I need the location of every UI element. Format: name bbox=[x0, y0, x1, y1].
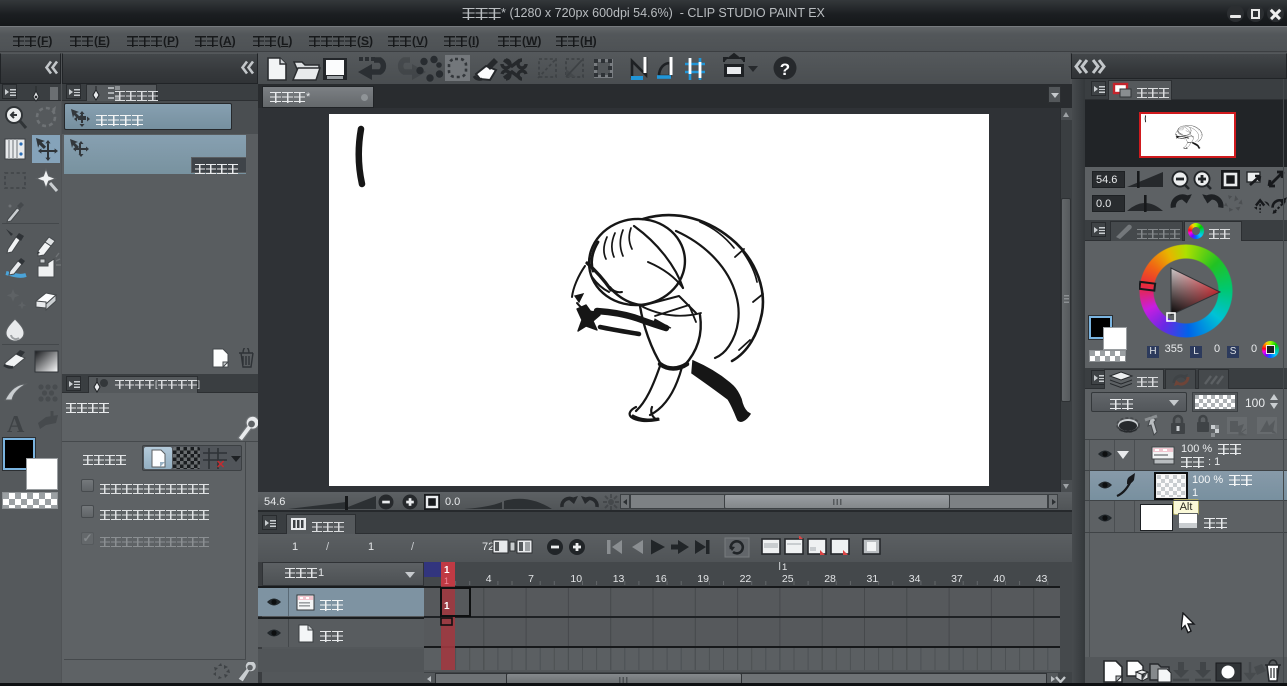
svg-text:✕: ✕ bbox=[216, 459, 225, 469]
svg-text:34: 34 bbox=[909, 573, 921, 585]
svg-text:1: 1 bbox=[444, 576, 449, 586]
svg-text:37: 37 bbox=[951, 573, 963, 585]
svg-text:1: 1 bbox=[782, 562, 787, 573]
svg-text:1: 1 bbox=[444, 565, 450, 576]
svg-text:A: A bbox=[7, 412, 25, 438]
svg-text:40: 40 bbox=[993, 573, 1005, 585]
svg-text:25: 25 bbox=[782, 573, 794, 585]
svg-text:4: 4 bbox=[486, 573, 492, 585]
svg-text:43: 43 bbox=[1036, 573, 1048, 585]
svg-text:22: 22 bbox=[740, 573, 752, 585]
svg-text:10: 10 bbox=[570, 573, 582, 585]
svg-text:?: ? bbox=[780, 60, 790, 79]
svg-text:16: 16 bbox=[655, 573, 667, 585]
svg-text:31: 31 bbox=[867, 573, 879, 585]
svg-text:7: 7 bbox=[528, 573, 534, 585]
svg-text:28: 28 bbox=[824, 573, 836, 585]
svg-text:13: 13 bbox=[613, 573, 625, 585]
svg-text:1: 1 bbox=[444, 601, 450, 612]
svg-text:19: 19 bbox=[697, 573, 709, 585]
